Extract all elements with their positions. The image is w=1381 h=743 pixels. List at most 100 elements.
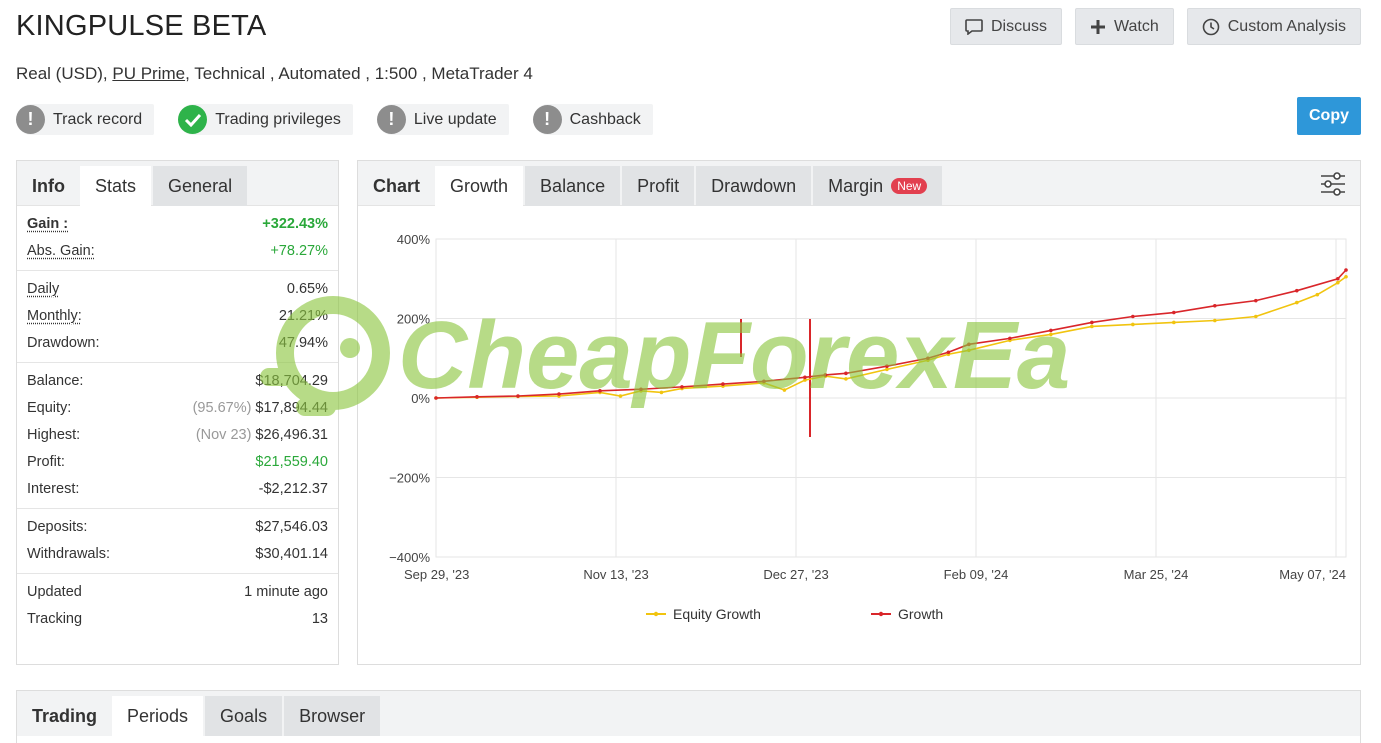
badge-track-record[interactable]: ! Track record [16,104,154,135]
profit-value: $21,559.40 [255,454,328,470]
tab-periods[interactable]: Periods [112,696,203,736]
growth-point [1213,304,1217,308]
discuss-button[interactable]: Discuss [950,8,1062,45]
equity-value-wrap: (95.67%) $17,894.44 [193,400,328,416]
growth-point [1336,277,1340,281]
tab-margin[interactable]: Margin New [813,166,942,206]
tab-goals[interactable]: Goals [205,696,282,736]
x-tick-label: Nov 13, '23 [583,567,648,582]
growth-point [967,343,971,347]
balance-label: Balance: [27,373,83,389]
sliders-icon[interactable] [1320,171,1346,197]
stat-equity: Equity: (95.67%) $17,894.44 [27,394,328,421]
equity-value: $17,894.44 [255,400,328,416]
stat-interest: Interest: -$2,212.37 [27,475,328,502]
growth-chart[interactable]: 400% 200% 0% −200% −400% Sep 29, '23 Nov 13, … [358,207,1360,664]
custom-analysis-button[interactable]: Custom Analysis [1187,8,1361,45]
stat-gain: Gain : +322.43% [27,210,328,237]
tab-drawdown[interactable]: Drawdown [696,166,811,206]
legend-growth-dot [879,612,883,616]
exclamation-icon: ! [16,105,45,134]
tracking-label: Tracking [27,611,82,627]
deposits-group: Deposits: $27,546.03 Withdrawals: $30,40… [17,509,338,574]
deposits-value: $27,546.03 [255,519,328,535]
growth-point [680,385,684,389]
equity-label: Equity: [27,400,71,416]
growth-point [557,392,561,396]
growth-point [824,373,828,377]
stat-deposits: Deposits: $27,546.03 [27,513,328,540]
tab-trading[interactable]: Trading [17,696,112,736]
checkmark-icon [178,105,207,134]
account-details: Real (USD), PU Prime, Technical , Automa… [16,64,533,84]
stats-panel: Info Stats General Gain : +322.43% Abs. … [16,160,339,665]
account-type: Real (USD), [16,64,108,83]
custom-analysis-label: Custom Analysis [1228,18,1346,36]
growth-point [926,356,930,360]
highest-value: $26,496.31 [255,427,328,443]
verification-badges: ! Track record Trading privileges ! Live… [16,104,653,135]
equity-point [1295,301,1299,305]
tab-stats[interactable]: Stats [80,166,151,206]
y-tick-label: −200% [389,471,430,486]
bottom-tabbar: Trading Periods Goals Browser [17,691,1360,736]
y-axis-ticks: 400% 200% 0% −200% −400% [389,232,430,565]
tab-browser[interactable]: Browser [284,696,380,736]
badge-label: Trading privileges [215,111,341,129]
chart-tabbar: Chart Growth Balance Profit Drawdown Mar… [358,161,1360,206]
monthly-label[interactable]: Monthly: [27,308,82,324]
daily-value: 0.65% [287,281,328,297]
copy-button[interactable]: Copy [1297,97,1361,135]
growth-point [1049,329,1053,333]
bottom-panel: Trading Periods Goals Browser [16,690,1361,743]
chart-series [434,268,1348,400]
growth-point [598,389,602,393]
monthly-value: 21.21% [279,308,328,324]
interest-value: -$2,212.37 [259,481,328,497]
badge-cashback[interactable]: ! Cashback [533,104,653,135]
stat-daily: Daily 0.65% [27,275,328,302]
equity-percent: (95.67%) [193,400,252,416]
stat-drawdown: Drawdown: 47.94% [27,329,328,356]
daily-label[interactable]: Daily [27,281,59,297]
badge-live-update[interactable]: ! Live update [377,104,509,135]
equity-point [1213,319,1217,323]
equity-point [844,377,848,381]
x-tick-label: Mar 25, '24 [1124,567,1189,582]
stat-monthly: Monthly: 21.21% [27,302,328,329]
equity-point [1254,315,1258,319]
equity-point [1336,281,1340,285]
x-tick-label: Feb 09, '24 [944,567,1009,582]
clock-icon [1202,18,1220,36]
y-tick-label: −400% [389,550,430,565]
drawdown-value: 47.94% [279,335,328,351]
exclamation-icon: ! [377,105,406,134]
tab-profit[interactable]: Profit [622,166,694,206]
growth-point [1254,299,1258,303]
legend-growth-label: Growth [898,606,943,622]
badge-trading-privileges[interactable]: Trading privileges [178,104,353,135]
stat-balance: Balance: $18,704.29 [27,367,328,394]
stat-updated: Updated 1 minute ago [27,578,328,605]
equity-point [885,368,889,372]
tab-growth[interactable]: Growth [435,166,523,206]
abs-gain-value: +78.27% [270,243,328,259]
growth-point [762,380,766,384]
watch-label: Watch [1114,18,1159,36]
tab-info[interactable]: Info [17,166,80,206]
growth-point [1172,311,1176,315]
growth-point [516,394,520,398]
watch-button[interactable]: Watch [1075,8,1174,45]
broker-link[interactable]: PU Prime [112,64,185,83]
gain-label[interactable]: Gain : [27,216,68,232]
tab-general[interactable]: General [153,166,247,206]
badge-label: Live update [414,111,497,129]
speech-bubble-icon [965,19,983,35]
interest-label: Interest: [27,481,79,497]
legend-equity-dot [654,612,658,616]
page-title: KINGPULSE BETA [16,10,266,43]
abs-gain-label[interactable]: Abs. Gain: [27,243,95,259]
x-tick-label: Sep 29, '23 [404,567,469,582]
growth-point [639,387,643,391]
tab-balance[interactable]: Balance [525,166,620,206]
